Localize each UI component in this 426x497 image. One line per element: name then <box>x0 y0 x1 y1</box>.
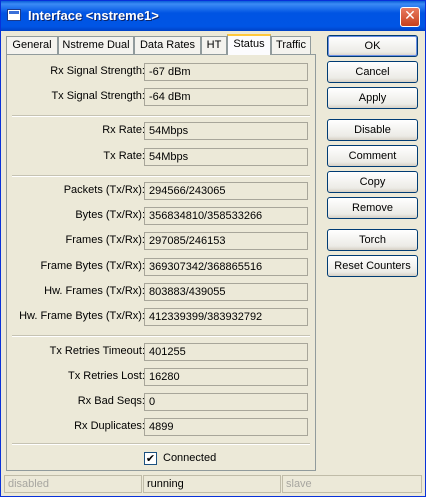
bytes-label: Bytes (Tx/Rx): <box>75 209 145 221</box>
frames-field[interactable]: 297085/246153 <box>144 232 308 250</box>
tx-signal-field[interactable]: -64 dBm <box>144 88 308 106</box>
remove-button[interactable]: Remove <box>327 197 418 219</box>
tx-retries-lost-label: Tx Retries Lost: <box>67 370 145 382</box>
separator <box>12 443 310 445</box>
tx-rate-label: Tx Rate: <box>103 150 145 162</box>
rx-signal-field[interactable]: -67 dBm <box>144 63 308 81</box>
tab-nstreme-dual[interactable]: Nstreme Dual <box>58 36 134 54</box>
copy-button[interactable]: Copy <box>327 171 418 193</box>
tx-retries-timeout-label: Tx Retries Timeout: <box>49 345 145 357</box>
separator <box>12 115 310 117</box>
title-bar[interactable]: Interface <nstreme1> ✕ <box>1 1 425 31</box>
rx-duplicates-label: Rx Duplicates: <box>74 420 145 432</box>
rx-bad-seqs-label: Rx Bad Seqs: <box>77 395 145 407</box>
packets-field[interactable]: 294566/243065 <box>144 182 308 200</box>
reset-counters-button[interactable]: Reset Counters <box>327 255 418 277</box>
tx-retries-timeout-field[interactable]: 401255 <box>144 343 308 361</box>
packets-label: Packets (Tx/Rx): <box>63 184 145 196</box>
window-icon <box>7 9 21 21</box>
torch-button[interactable]: Torch <box>327 229 418 251</box>
status-bar: disabled running slave <box>4 475 422 493</box>
tx-rate-field[interactable]: 54Mbps <box>144 148 308 166</box>
connected-label: Connected <box>163 452 217 464</box>
close-icon: ✕ <box>404 8 416 24</box>
hw-frame-bytes-label: Hw. Frame Bytes (Tx/Rx): <box>19 310 145 322</box>
apply-button[interactable]: Apply <box>327 87 418 109</box>
connected-checkbox[interactable]: ✔ <box>144 452 157 465</box>
comment-button[interactable]: Comment <box>327 145 418 167</box>
tx-retries-timeout-row: Tx Retries Timeout: 401255 <box>7 343 317 361</box>
tab-ht[interactable]: HT <box>201 36 227 54</box>
frames-label: Frames (Tx/Rx): <box>65 234 145 246</box>
rx-rate-field[interactable]: 54Mbps <box>144 122 308 140</box>
close-button[interactable]: ✕ <box>400 7 420 27</box>
tx-retries-lost-row: Tx Retries Lost: 16280 <box>7 368 317 386</box>
rx-rate-label: Rx Rate: <box>102 124 145 136</box>
tx-retries-lost-field[interactable]: 16280 <box>144 368 308 386</box>
bytes-field[interactable]: 356834810/358533266 <box>144 207 308 225</box>
frame-bytes-row: Frame Bytes (Tx/Rx): 369307342/368865516 <box>7 258 317 276</box>
tab-data-rates[interactable]: Data Rates <box>134 36 201 54</box>
status-panel: Rx Signal Strength: -67 dBm Tx Signal St… <box>6 54 316 471</box>
hw-frames-label: Hw. Frames (Tx/Rx): <box>44 285 145 297</box>
status-slave: slave <box>282 475 422 493</box>
rx-signal-row: Rx Signal Strength: -67 dBm <box>7 63 317 81</box>
rx-signal-label: Rx Signal Strength: <box>50 65 145 77</box>
rx-duplicates-row: Rx Duplicates: 4899 <box>7 418 317 436</box>
tx-signal-label: Tx Signal Strength: <box>51 90 145 102</box>
rx-rate-row: Rx Rate: 54Mbps <box>7 122 317 140</box>
separator <box>12 335 310 337</box>
status-running: running <box>143 475 281 493</box>
hw-frames-field[interactable]: 803883/439055 <box>144 283 308 301</box>
bytes-row: Bytes (Tx/Rx): 356834810/358533266 <box>7 207 317 225</box>
rx-bad-seqs-field[interactable]: 0 <box>144 393 308 411</box>
separator <box>12 175 310 177</box>
hw-frame-bytes-row: Hw. Frame Bytes (Tx/Rx): 412339399/38393… <box>7 308 317 326</box>
frame-bytes-field[interactable]: 369307342/368865516 <box>144 258 308 276</box>
status-disabled: disabled <box>4 475 142 493</box>
ok-button[interactable]: OK <box>327 35 418 57</box>
disable-button[interactable]: Disable <box>327 119 418 141</box>
window-title: Interface <nstreme1> <box>28 8 159 23</box>
rx-bad-seqs-row: Rx Bad Seqs: 0 <box>7 393 317 411</box>
cancel-button[interactable]: Cancel <box>327 61 418 83</box>
tab-status[interactable]: Status <box>227 34 271 55</box>
tab-traffic[interactable]: Traffic <box>271 36 311 54</box>
hw-frame-bytes-field[interactable]: 412339399/383932792 <box>144 308 308 326</box>
tab-general[interactable]: General <box>6 36 58 54</box>
frames-row: Frames (Tx/Rx): 297085/246153 <box>7 232 317 250</box>
packets-row: Packets (Tx/Rx): 294566/243065 <box>7 182 317 200</box>
rx-duplicates-field[interactable]: 4899 <box>144 418 308 436</box>
interface-window: Interface <nstreme1> ✕ General Nstreme D… <box>0 0 426 497</box>
tx-rate-row: Tx Rate: 54Mbps <box>7 148 317 166</box>
frame-bytes-label: Frame Bytes (Tx/Rx): <box>40 260 145 272</box>
tx-signal-row: Tx Signal Strength: -64 dBm <box>7 88 317 106</box>
checkmark-icon: ✔ <box>145 452 156 465</box>
hw-frames-row: Hw. Frames (Tx/Rx): 803883/439055 <box>7 283 317 301</box>
